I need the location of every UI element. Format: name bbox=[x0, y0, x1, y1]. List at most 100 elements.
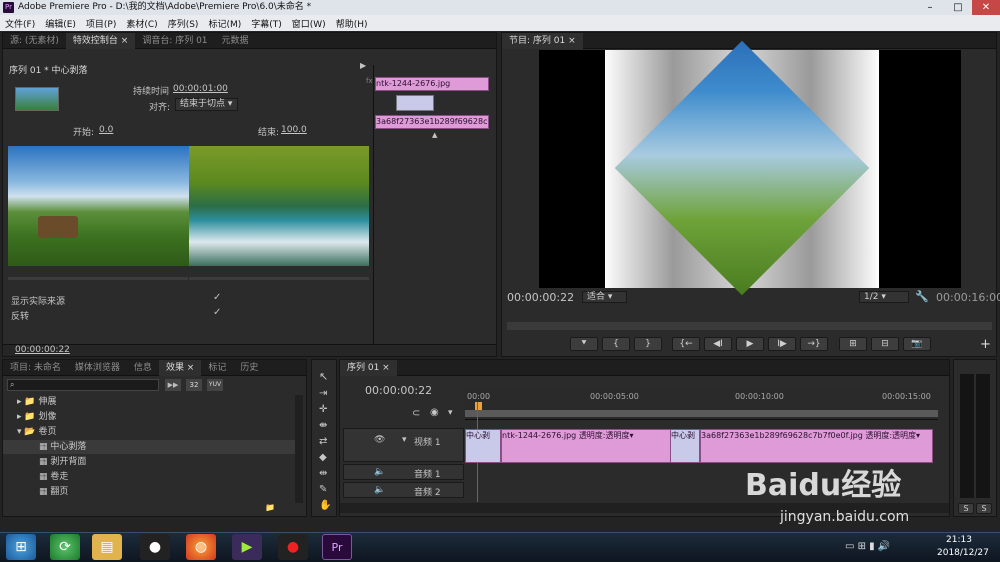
tree-effect-roll-away[interactable]: ▦ 卷走 bbox=[3, 470, 303, 484]
firefox-icon[interactable]: ◍ bbox=[186, 534, 216, 560]
tree-folder-iris[interactable]: ▸ 📁 划像 bbox=[3, 410, 303, 424]
track-select-tool-icon[interactable]: ⇥ bbox=[319, 388, 327, 399]
menu-sequence[interactable]: 序列(S) bbox=[163, 17, 204, 30]
tab-metadata[interactable]: 元数据 bbox=[215, 33, 256, 49]
quality-dropdown[interactable]: 1/2 ▾ bbox=[859, 291, 909, 303]
show-actual-sources-checkbox[interactable]: ✓ bbox=[213, 292, 221, 303]
tree-folder-page-peel[interactable]: ▾ 📂 卷页 bbox=[3, 425, 303, 439]
mark-out-button[interactable]: } bbox=[634, 337, 662, 351]
play-button[interactable]: ▶ bbox=[736, 337, 764, 351]
file-explorer-icon[interactable]: ▤ bbox=[92, 534, 122, 560]
tab-media-browser[interactable]: 媒体浏览器 bbox=[68, 360, 127, 376]
set-marker-icon[interactable]: ◉ bbox=[430, 407, 439, 418]
timeline-timecode[interactable]: 00:00:00:22 bbox=[365, 384, 432, 397]
reverse-checkbox[interactable]: ✓ bbox=[213, 307, 221, 318]
step-back-button[interactable]: ◀I bbox=[704, 337, 732, 351]
tree-folder-stretch[interactable]: ▸ 📁 伸展 bbox=[3, 395, 303, 409]
video-1-track-header[interactable]: 👁 ▾ 视频 1 bbox=[343, 428, 464, 462]
start-button-icon[interactable]: ⊞ bbox=[6, 534, 36, 560]
go-to-out-button[interactable]: →} bbox=[800, 337, 828, 351]
start-slider-track[interactable] bbox=[8, 277, 188, 280]
transition-thumbnail[interactable] bbox=[15, 87, 59, 111]
tab-markers[interactable]: 标记 bbox=[201, 360, 233, 376]
razor-tool-icon[interactable]: ◆ bbox=[319, 452, 327, 463]
menu-project[interactable]: 项目(P) bbox=[81, 17, 121, 30]
add-marker-icon[interactable]: ▾ bbox=[448, 408, 453, 418]
menu-window[interactable]: 窗口(W) bbox=[287, 17, 331, 30]
browser-icon[interactable]: ⟳ bbox=[50, 534, 80, 560]
tree-effect-center-peel[interactable]: ▦ 中心剥落 bbox=[3, 440, 303, 454]
tab-history[interactable]: 历史 bbox=[233, 360, 265, 376]
lift-button[interactable]: ⊞ bbox=[839, 337, 867, 351]
tab-info[interactable]: 信息 bbox=[127, 360, 159, 376]
effect-controls-timecode[interactable]: 00:00:00:22 bbox=[15, 345, 70, 355]
close-button[interactable]: ✕ bbox=[972, 0, 1000, 15]
step-forward-button[interactable]: I▶ bbox=[768, 337, 796, 351]
menu-help[interactable]: 帮助(H) bbox=[331, 17, 373, 30]
slip-tool-icon[interactable]: ⇹ bbox=[319, 468, 327, 479]
speaker-icon[interactable]: 🔈 bbox=[374, 467, 385, 477]
alignment-dropdown[interactable]: 结束于切点 ▾ bbox=[175, 98, 238, 111]
export-frame-button[interactable]: 📷 bbox=[903, 337, 931, 351]
tray-icons[interactable]: ▭ ⊞ ▮ 🔊 bbox=[845, 541, 890, 552]
audio-2-track-header[interactable]: 🔈 音频 2 bbox=[343, 482, 464, 498]
eye-icon[interactable]: 👁 bbox=[374, 435, 385, 445]
clip-opacity-menu[interactable]: 透明度:透明度▾ bbox=[865, 431, 920, 440]
menu-clip[interactable]: 素材(C) bbox=[121, 17, 162, 30]
add-button-icon[interactable]: + bbox=[980, 337, 991, 352]
transition-center-peel-2[interactable]: 中心剥 bbox=[670, 429, 700, 463]
tab-sequence-01[interactable]: 序列 01 × bbox=[340, 359, 397, 376]
qq-icon[interactable]: ● bbox=[140, 534, 170, 560]
solo-right-button[interactable]: S bbox=[976, 503, 992, 514]
mini-playhead-icon[interactable]: ▲ bbox=[432, 131, 437, 139]
menu-title[interactable]: 字幕(T) bbox=[246, 17, 287, 30]
program-video-frame[interactable] bbox=[539, 40, 961, 296]
mini-clip-a[interactable]: ntk-1244-2676.jpg bbox=[375, 77, 489, 91]
start-value[interactable]: 0.0 bbox=[99, 125, 113, 135]
maximize-button[interactable]: □ bbox=[944, 0, 972, 15]
program-scrub-bar[interactable] bbox=[507, 322, 992, 330]
mini-transition[interactable] bbox=[396, 95, 434, 111]
minimize-button[interactable]: – bbox=[916, 0, 944, 15]
audio-1-track-header[interactable]: 🔈 音频 1 bbox=[343, 464, 464, 480]
tree-effect-peel-back[interactable]: ▦ 剥开背面 bbox=[3, 455, 303, 469]
menu-marker[interactable]: 标记(M) bbox=[203, 17, 246, 30]
camtasia-icon[interactable]: ▶ bbox=[232, 534, 262, 560]
rolling-edit-tool-icon[interactable]: ⇼ bbox=[319, 420, 327, 431]
effects-scrollbar[interactable] bbox=[295, 395, 303, 503]
tab-source[interactable]: 源: (无素材) bbox=[3, 33, 66, 49]
add-marker-button[interactable]: ⯆ bbox=[570, 337, 598, 351]
end-value[interactable]: 100.0 bbox=[281, 125, 307, 135]
hand-tool-icon[interactable]: ✋ bbox=[319, 500, 331, 511]
clip-3a68f27363[interactable]: 3a68f27363e1b289f69628c7b7f0e0f.jpg 透明度:… bbox=[700, 429, 933, 463]
rate-stretch-tool-icon[interactable]: ⇄ bbox=[319, 436, 327, 447]
clip-opacity-menu[interactable]: 透明度:透明度▾ bbox=[579, 431, 634, 440]
accelerated-effects-icon[interactable]: ▶▶ bbox=[165, 379, 181, 391]
work-area-bar[interactable] bbox=[465, 410, 938, 417]
program-timecode[interactable]: 00:00:00:22 bbox=[507, 291, 574, 304]
snap-icon[interactable]: ⊂ bbox=[412, 408, 420, 419]
yuv-effects-badge[interactable]: YUV bbox=[207, 379, 223, 391]
menu-file[interactable]: 文件(F) bbox=[0, 17, 40, 30]
screen-recorder-icon[interactable]: ● bbox=[278, 534, 308, 560]
tree-effect-page-turn[interactable]: ▦ 翻页 bbox=[3, 485, 303, 499]
play-transition-arrow-icon[interactable]: ▶ bbox=[360, 61, 366, 70]
mark-in-button[interactable]: { bbox=[602, 337, 630, 351]
go-to-in-button[interactable]: {← bbox=[672, 337, 700, 351]
ripple-edit-tool-icon[interactable]: ✛ bbox=[319, 404, 327, 415]
tab-project[interactable]: 项目: 未命名 bbox=[3, 360, 68, 376]
timeline-ruler[interactable]: 00:00 00:00:05:00 00:00:10:00 00:00:15:0… bbox=[465, 390, 938, 420]
collapse-arrow-icon[interactable]: ▾ bbox=[402, 435, 407, 445]
menu-edit[interactable]: 编辑(E) bbox=[40, 17, 81, 30]
tab-audio-mixer[interactable]: 调音台: 序列 01 bbox=[135, 33, 214, 49]
tab-effects[interactable]: 效果 × bbox=[158, 359, 202, 376]
tab-program[interactable]: 节目: 序列 01 × bbox=[502, 32, 583, 49]
premiere-taskbar-icon[interactable]: Pr bbox=[322, 534, 352, 560]
tab-effect-controls[interactable]: 特效控制台 × bbox=[65, 32, 136, 49]
effects-search-input[interactable]: ⌕ bbox=[7, 379, 159, 391]
solo-left-button[interactable]: S bbox=[958, 503, 974, 514]
settings-wrench-icon[interactable]: 🔧 bbox=[915, 290, 929, 303]
transition-center-peel-1[interactable]: 中心剥 bbox=[465, 429, 501, 463]
new-folder-icon[interactable]: 📁 bbox=[265, 503, 275, 512]
mini-clip-b[interactable]: 3a68f27363e1b289f69628c7b7f0e0f.jpg bbox=[375, 115, 489, 129]
